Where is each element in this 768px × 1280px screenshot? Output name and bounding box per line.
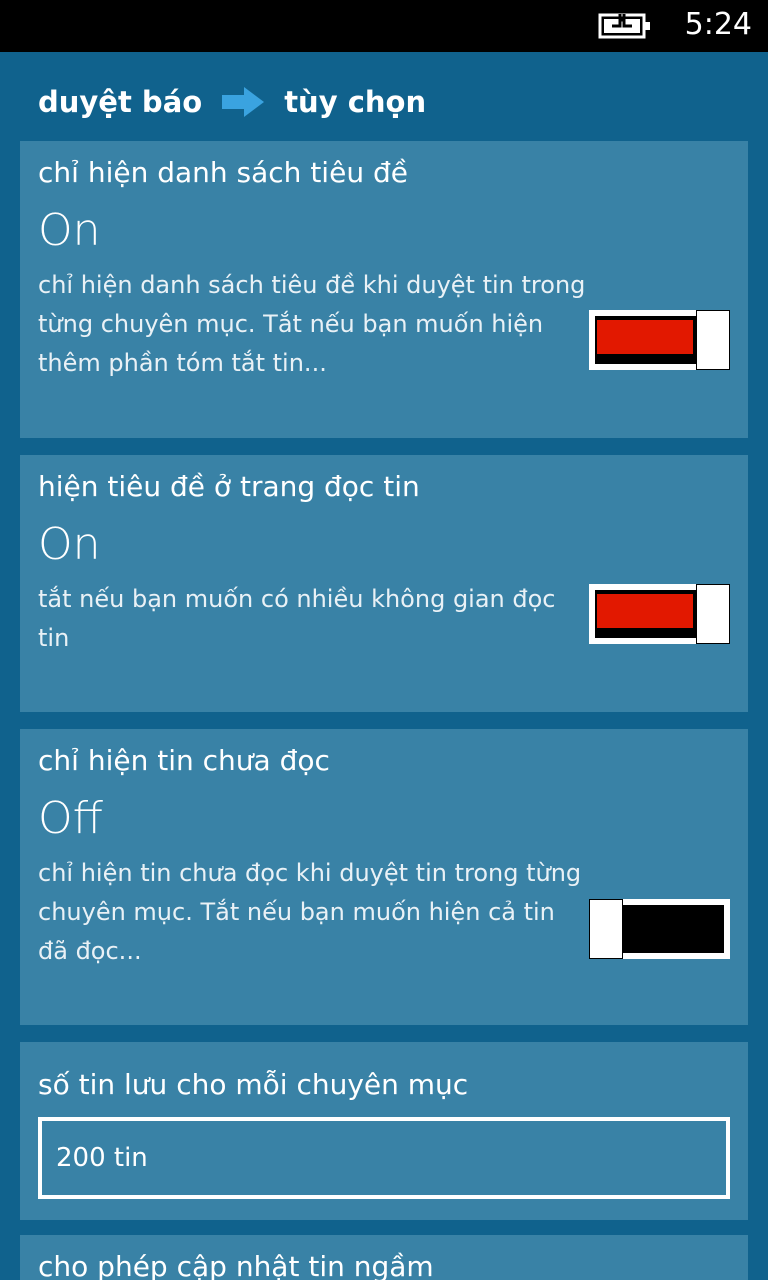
status-bar: 5:24: [0, 0, 768, 52]
setting-state: Off: [38, 793, 103, 844]
toggle-thumb[interactable]: [696, 310, 730, 370]
toggle-fill: [597, 594, 693, 628]
setting-title: hiện tiêu đề ở trang đọc tin: [38, 470, 420, 503]
setting-panel-reader-title: hiện tiêu đề ở trang đọc tin On tắt nếu …: [20, 455, 748, 712]
setting-panel-storage: số tin lưu cho mỗi chuyên mục 200 tin: [20, 1042, 748, 1220]
setting-title: cho phép cập nhật tin ngầm: [38, 1250, 434, 1280]
battery-charging-icon: [598, 13, 650, 39]
toggle-fill: [597, 320, 693, 354]
setting-state: On: [38, 205, 101, 256]
setting-description: tắt nếu bạn muốn có nhiều không gian đọc…: [38, 585, 556, 652]
clock: 5:24: [684, 7, 752, 42]
setting-description: chỉ hiện tin chưa đọc khi duyệt tin tron…: [38, 859, 582, 965]
toggle-switch[interactable]: [589, 899, 730, 959]
breadcrumb-parent[interactable]: duyệt báo: [38, 82, 202, 122]
setting-panel-title-list: chỉ hiện danh sách tiêu đề On chỉ hiện d…: [20, 141, 748, 438]
setting-title: chỉ hiện tin chưa đọc: [38, 744, 330, 777]
toggle-thumb[interactable]: [589, 899, 623, 959]
setting-panel-background-update: cho phép cập nhật tin ngầm: [20, 1235, 748, 1280]
storage-count-field[interactable]: 200 tin: [38, 1117, 730, 1199]
arrow-right-icon: [222, 87, 265, 117]
breadcrumb: duyệt báo tùy chọn: [38, 82, 426, 122]
toggle-thumb[interactable]: [696, 584, 730, 644]
setting-panel-unread-only: chỉ hiện tin chưa đọc Off chỉ hiện tin c…: [20, 729, 748, 1025]
setting-title: chỉ hiện danh sách tiêu đề: [38, 156, 408, 189]
setting-description: chỉ hiện danh sách tiêu đề khi duyệt tin…: [38, 271, 586, 377]
setting-state: On: [38, 519, 101, 570]
toggle-switch[interactable]: [589, 310, 730, 370]
page-title: tùy chọn: [284, 85, 427, 119]
toggle-switch[interactable]: [589, 584, 730, 644]
setting-title: số tin lưu cho mỗi chuyên mục: [38, 1068, 469, 1101]
